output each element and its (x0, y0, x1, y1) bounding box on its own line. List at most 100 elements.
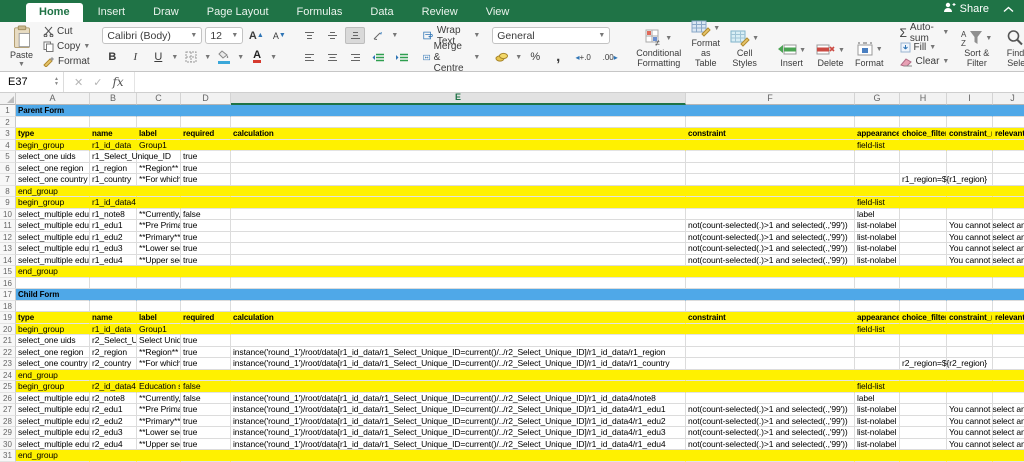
cell-I1[interactable] (947, 105, 993, 117)
cell-I16[interactable] (947, 277, 993, 289)
cell-F1[interactable] (686, 105, 855, 117)
cell-J5[interactable] (993, 151, 1024, 163)
cell-G31[interactable] (855, 450, 900, 462)
row-header-6[interactable]: 6 (0, 162, 16, 174)
cell-H12[interactable] (900, 231, 947, 243)
cell-B24[interactable] (90, 369, 137, 381)
cell-I6[interactable] (947, 162, 993, 174)
cell-H2[interactable] (900, 116, 947, 128)
cell-F21[interactable] (686, 335, 855, 347)
cell-H17[interactable] (900, 289, 947, 301)
cell-F10[interactable] (686, 208, 855, 220)
cell-G21[interactable] (855, 335, 900, 347)
cell-C7[interactable]: **For which (137, 174, 181, 186)
font-family-select[interactable]: Calibri (Body) ▼ (102, 27, 203, 45)
cell-B26[interactable]: r2_note8 (90, 392, 137, 404)
cell-H30[interactable] (900, 438, 947, 450)
cell-J1[interactable] (993, 105, 1024, 117)
cell-D23[interactable]: true (181, 358, 231, 370)
cell-G9[interactable]: field-list (855, 197, 900, 209)
cell-I26[interactable] (947, 392, 993, 404)
cell-D29[interactable]: true (181, 427, 231, 439)
cell-C29[interactable]: **Lower sec (137, 427, 181, 439)
column-header-I[interactable]: I (947, 93, 993, 105)
cell-J25[interactable] (993, 381, 1024, 393)
cell-F5[interactable] (686, 151, 855, 163)
cell-B29[interactable]: r2_edu3 (90, 427, 137, 439)
cell-G10[interactable]: label (855, 208, 900, 220)
cell-F30[interactable]: not(count-selected(.)>1 and selected(.,'… (686, 438, 855, 450)
cell-J9[interactable] (993, 197, 1024, 209)
cell-D20[interactable] (181, 323, 231, 335)
cell-E22[interactable]: instance('round_1')/root/data[r1_id_data… (231, 346, 686, 358)
insert-function-icon[interactable]: fx (112, 75, 123, 89)
orientation-button[interactable] (368, 27, 388, 44)
cell-B25[interactable]: r2_id_data4 (90, 381, 137, 393)
cell-B30[interactable]: r2_edu4 (90, 438, 137, 450)
cell-F9[interactable] (686, 197, 855, 209)
cell-H8[interactable] (900, 185, 947, 197)
cell-G15[interactable] (855, 266, 900, 278)
comma-style-button[interactable]: , (548, 49, 568, 66)
tab-view[interactable]: View (473, 3, 523, 22)
cell-G4[interactable]: field-list (855, 139, 900, 151)
cell-J21[interactable] (993, 335, 1024, 347)
cell-F16[interactable] (686, 277, 855, 289)
cell-D26[interactable]: false (181, 392, 231, 404)
cell-H22[interactable] (900, 346, 947, 358)
cell-G3[interactable]: appearance (855, 128, 900, 140)
cell-F12[interactable]: not(count-selected(.)>1 and selected(.,'… (686, 231, 855, 243)
formula-input[interactable] (135, 72, 1024, 92)
cell-G22[interactable] (855, 346, 900, 358)
cell-F17[interactable] (686, 289, 855, 301)
cell-H26[interactable] (900, 392, 947, 404)
cell-H28[interactable] (900, 415, 947, 427)
cell-J22[interactable] (993, 347, 1024, 358)
fill-color-button[interactable] (214, 49, 234, 66)
cell-I11[interactable]: You cannot select an (947, 220, 1024, 232)
cell-D4[interactable] (181, 139, 231, 151)
cell-F26[interactable] (686, 392, 855, 404)
cell-H10[interactable] (900, 208, 947, 220)
cell-A1[interactable]: Parent Form (16, 105, 90, 117)
cell-A4[interactable]: begin_group (16, 139, 90, 151)
cell-D28[interactable]: true (181, 415, 231, 427)
cell-B13[interactable]: r1_edu3 (90, 243, 137, 255)
cell-G17[interactable] (855, 289, 900, 301)
row-header-15[interactable]: 15 (0, 266, 16, 278)
cell-C17[interactable] (137, 289, 181, 301)
cell-A27[interactable]: select_multiple edu (16, 404, 90, 416)
autosum-button[interactable]: Σ Auto-sum ▼ (898, 22, 952, 44)
cell-A31[interactable]: end_group (16, 450, 90, 462)
cell-E13[interactable] (231, 243, 686, 255)
accounting-format-button[interactable] (492, 49, 512, 66)
cell-E9[interactable] (231, 197, 686, 209)
cell-F13[interactable]: not(count-selected(.)>1 and selected(.,'… (686, 243, 855, 255)
cell-I19[interactable]: constraint_message (947, 312, 993, 324)
tab-insert[interactable]: Insert (85, 3, 139, 22)
cell-E31[interactable] (231, 450, 686, 462)
cell-A8[interactable]: end_group (16, 185, 90, 197)
cell-A3[interactable]: type (16, 128, 90, 140)
cell-C2[interactable] (137, 116, 181, 128)
cell-D1[interactable] (181, 105, 231, 117)
cell-G12[interactable]: list-nolabel (855, 231, 900, 243)
row-header-26[interactable]: 26 (0, 392, 16, 404)
font-color-button[interactable]: A (247, 49, 267, 66)
cell-G5[interactable] (855, 151, 900, 163)
cell-C25[interactable]: Education sta (137, 381, 181, 393)
cell-A24[interactable]: end_group (16, 369, 90, 381)
cell-J3[interactable]: relevant (993, 128, 1024, 140)
cell-A11[interactable]: select_multiple edu (16, 220, 90, 232)
cell-G8[interactable] (855, 185, 900, 197)
row-header-14[interactable]: 14 (0, 254, 16, 266)
decrease-indent-button[interactable] (368, 49, 388, 66)
cell-G16[interactable] (855, 277, 900, 289)
cell-G1[interactable] (855, 105, 900, 117)
cell-H25[interactable] (900, 381, 947, 393)
row-header-27[interactable]: 27 (0, 404, 16, 416)
row-header-29[interactable]: 29 (0, 427, 16, 439)
cell-D14[interactable]: true (181, 254, 231, 266)
cell-F2[interactable] (686, 116, 855, 128)
cell-B2[interactable] (90, 116, 137, 128)
